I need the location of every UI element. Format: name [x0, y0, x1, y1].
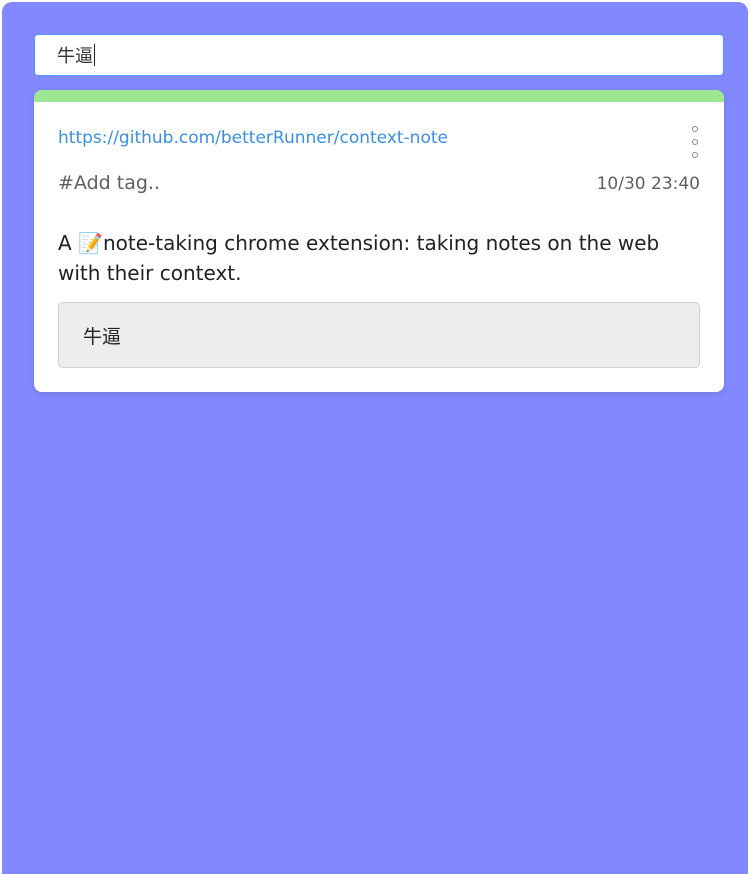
- card-accent-bar: [34, 90, 724, 102]
- note-timestamp: 10/30 23:40: [596, 174, 700, 194]
- page-description: A 📝note-taking chrome extension: taking …: [58, 228, 708, 288]
- menu-dot: [692, 139, 698, 145]
- memo-icon: 📝: [78, 231, 103, 255]
- menu-dot: [692, 126, 698, 132]
- popup-panel: 牛逼 https://github.com/betterRunner/conte…: [2, 2, 748, 874]
- description-text: note-taking chrome extension: taking not…: [58, 231, 660, 285]
- more-vertical-icon[interactable]: [690, 126, 700, 158]
- menu-dot: [692, 152, 698, 158]
- add-tag-button[interactable]: #Add tag..: [58, 172, 160, 194]
- note-text: 牛逼: [83, 325, 122, 348]
- description-prefix: A: [58, 231, 79, 255]
- note-content[interactable]: 牛逼: [58, 302, 700, 368]
- search-input-value: 牛逼: [57, 46, 93, 67]
- text-caret: [94, 44, 95, 66]
- note-card: https://github.com/betterRunner/context-…: [34, 90, 724, 392]
- source-url-link[interactable]: https://github.com/betterRunner/context-…: [58, 128, 448, 148]
- search-input[interactable]: 牛逼: [34, 34, 724, 76]
